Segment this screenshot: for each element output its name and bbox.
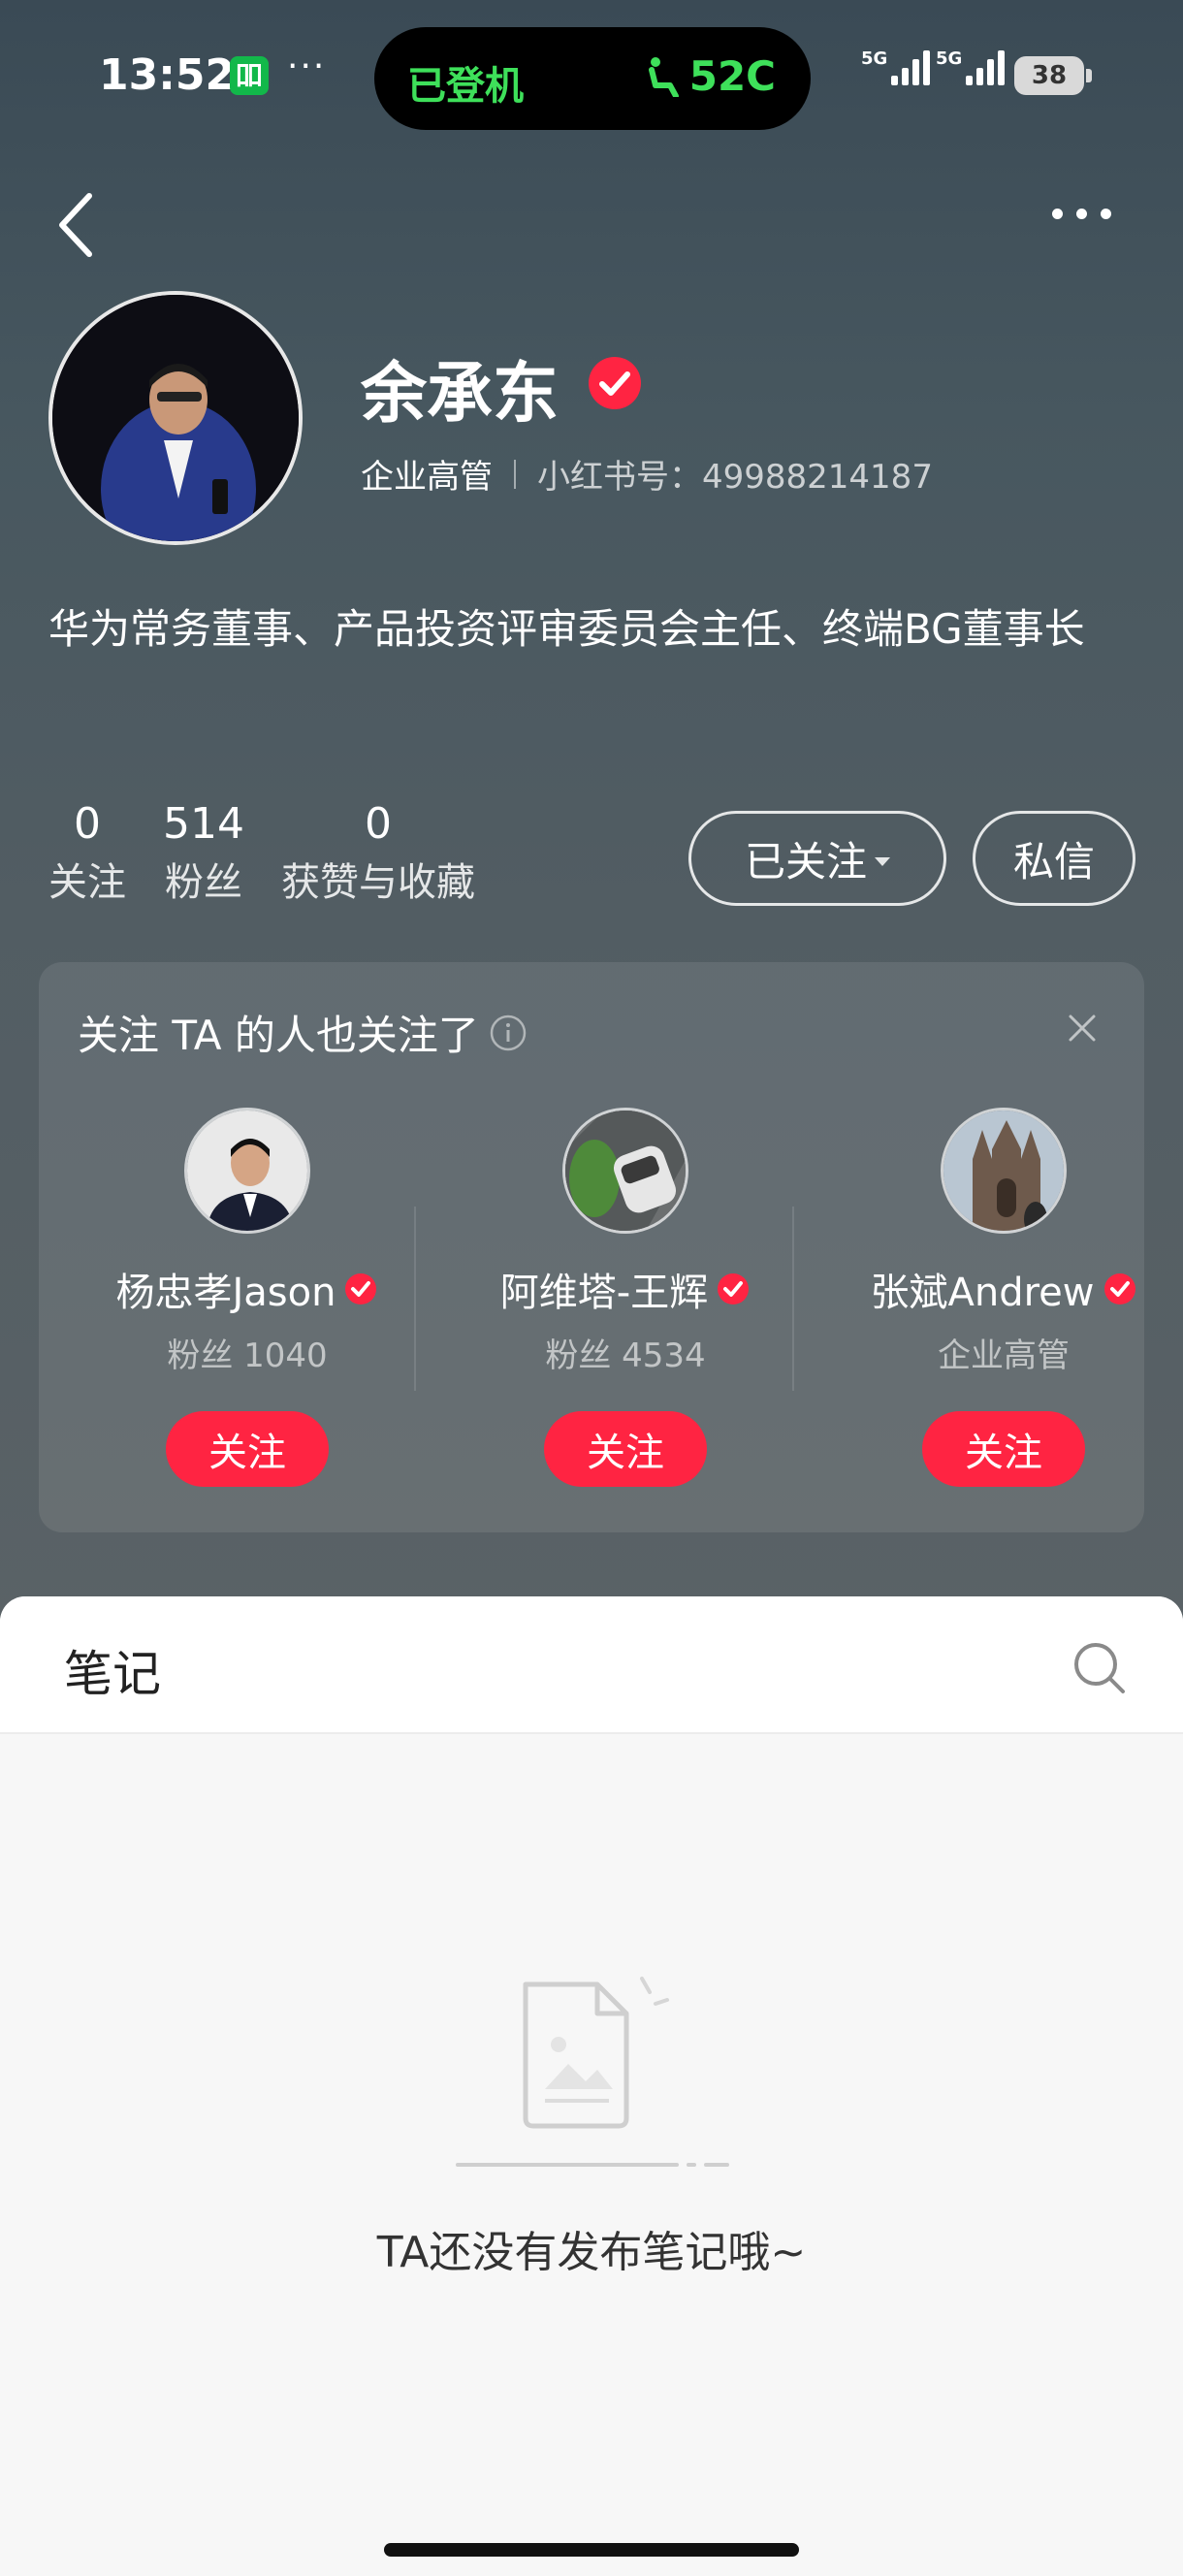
recommend-name-row: 阿维塔-王辉 [500, 1261, 751, 1317]
network-type-2: 5G [936, 48, 963, 69]
following-label: 已关注 [744, 837, 867, 886]
recommend-name: 张斌Andrew [870, 1271, 1095, 1315]
seat-number: 52C [688, 52, 776, 100]
recommend-name-row: 张斌Andrew [871, 1261, 1137, 1317]
profile-tag: 企业高管 [361, 458, 493, 497]
stat-number: 0 [74, 799, 101, 849]
divider [792, 1207, 794, 1391]
recommend-user[interactable]: 阿维塔-王辉 粉丝 4534 关注 [441, 1108, 810, 1487]
search-icon[interactable] [1071, 1639, 1129, 1697]
back-arrow-icon [59, 193, 92, 257]
profile-id[interactable]: 小红书号：49988214187 [537, 450, 933, 498]
recommend-sub: 粉丝 1040 [167, 1336, 328, 1375]
stat-likes[interactable]: 0 获赞与收藏 [281, 795, 475, 912]
network-type-1: 5G [861, 48, 888, 69]
follow-button[interactable]: 关注 [922, 1411, 1085, 1487]
stat-following[interactable]: 0 关注 [48, 795, 126, 912]
verified-icon [345, 1273, 377, 1304]
app-notification-icon: 吅 [230, 56, 269, 95]
signal-sim1: 5G [861, 48, 931, 85]
recommend-name: 杨忠孝Jason [115, 1271, 336, 1315]
back-button[interactable] [48, 184, 107, 262]
recommend-avatar[interactable] [562, 1108, 688, 1234]
info-icon[interactable] [489, 1014, 528, 1052]
recommend-sub: 粉丝 4534 [545, 1336, 706, 1375]
recommend-name-row: 杨忠孝Jason [116, 1261, 379, 1317]
profile-name: 余承东 [361, 356, 560, 433]
recommend-avatar[interactable] [941, 1108, 1067, 1234]
more-dots-icon [1052, 208, 1063, 219]
recommend-avatar-photo [565, 1111, 686, 1231]
empty-note-icon [456, 1977, 729, 2167]
stat-label: 获赞与收藏 [280, 860, 475, 905]
recommend-user[interactable]: 杨忠孝Jason 粉丝 1040 关注 [63, 1108, 432, 1487]
recommend-avatar[interactable] [184, 1108, 310, 1234]
stat-label: 粉丝 [164, 860, 242, 905]
seat-icon [648, 56, 679, 97]
recommend-title-text: 关注 TA 的人也关注了 [78, 1012, 479, 1059]
signal-bars-1-icon [891, 48, 931, 85]
recommend-avatar-photo [943, 1111, 1064, 1231]
tab-notes[interactable]: 笔记 [64, 1635, 161, 1705]
following-button[interactable]: 已关注 [688, 811, 946, 906]
follow-button[interactable]: 关注 [166, 1411, 329, 1487]
follow-button[interactable]: 关注 [544, 1411, 707, 1487]
boarding-status: 已登机 [407, 64, 524, 109]
profile-stats: 0 关注 514 粉丝 0 获赞与收藏 [48, 795, 512, 912]
avatar-photo [52, 295, 299, 541]
empty-notes-text: TA还没有发布笔记哦~ [376, 2228, 807, 2277]
stat-label: 关注 [48, 860, 126, 905]
recommend-title: 关注 TA 的人也关注了 [78, 1003, 528, 1062]
profile-bio: 华为常务董事、产品投资评审委员会主任、终端BG董事长 [48, 605, 1085, 653]
battery-icon: 38 [1014, 56, 1092, 95]
divider [414, 1207, 416, 1391]
notes-tabbar: 笔记 [0, 1596, 1183, 1734]
stat-number: 0 [364, 799, 392, 849]
home-indicator[interactable] [384, 2543, 799, 2557]
stat-followers[interactable]: 514 粉丝 [163, 795, 244, 912]
status-time: 13:52 [99, 50, 236, 100]
close-icon[interactable] [1065, 1011, 1100, 1046]
avatar[interactable] [48, 291, 303, 545]
recommend-sub: 企业高管 [938, 1336, 1070, 1375]
signal-bars-2-icon [966, 48, 1006, 85]
verified-icon [1103, 1273, 1135, 1304]
more-button[interactable] [1052, 194, 1130, 233]
signal-sim2: 5G [936, 48, 1006, 85]
status-more-dots: ··· [287, 47, 327, 86]
recommend-avatar-photo [187, 1111, 307, 1231]
recommend-user[interactable]: 张斌Andrew 企业高管 关注 [819, 1108, 1183, 1487]
status-bar: 13:52 吅 ··· 已登机 52C 5G 5G 38 [0, 0, 1183, 155]
recommend-name: 阿维塔-王辉 [499, 1271, 709, 1315]
stat-number: 514 [163, 799, 244, 849]
sub-divider [514, 459, 516, 489]
profile-sub-info: 企业高管 小红书号：49988214187 [361, 450, 933, 498]
verified-icon [589, 357, 641, 409]
recommend-card: 关注 TA 的人也关注了 杨忠孝Jason 粉丝 1040 关注 阿维塔-王辉 … [39, 962, 1144, 1532]
dynamic-island[interactable]: 已登机 52C [374, 27, 811, 130]
notes-panel: 笔记 TA还没有发布笔记哦~ [0, 1596, 1183, 2576]
caret-down-icon [875, 856, 890, 866]
verified-icon [718, 1273, 750, 1304]
message-button[interactable]: 私信 [973, 811, 1135, 906]
seat-info: 52C [647, 52, 776, 100]
